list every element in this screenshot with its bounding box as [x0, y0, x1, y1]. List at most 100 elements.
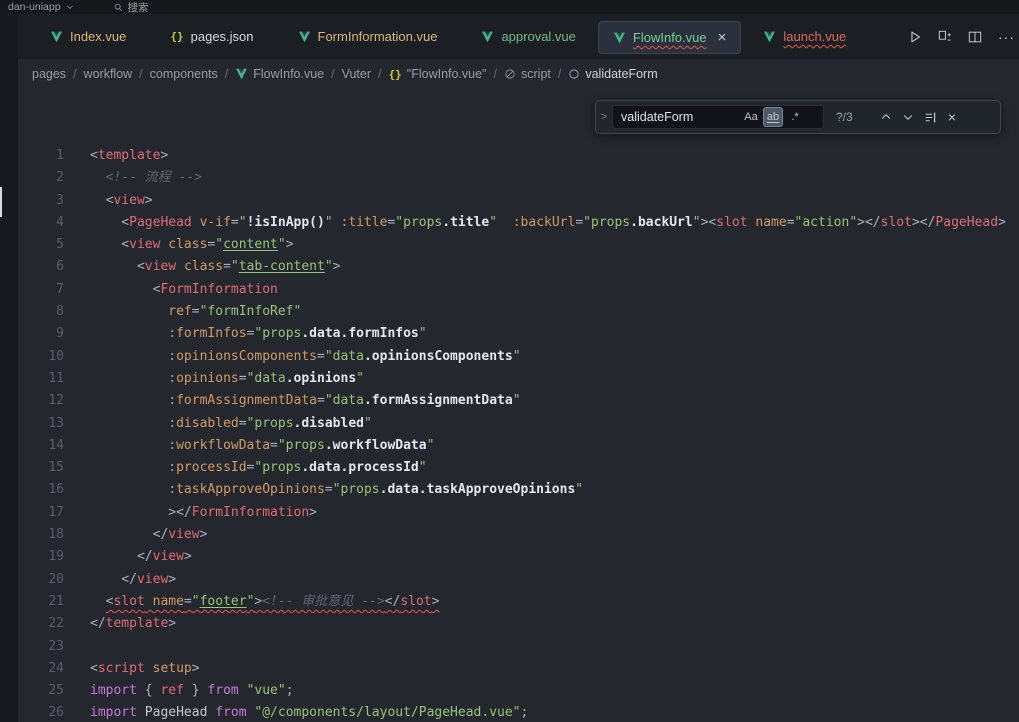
code-line: 1<template> — [18, 145, 1019, 167]
breadcrumb-separator: / — [494, 67, 497, 81]
line-content[interactable]: :taskApproveOpinions="props.data.taskApp… — [64, 479, 583, 501]
breadcrumb-item-FlowInfo.vue[interactable]: {}"FlowInfo.vue" — [389, 67, 487, 81]
vue-icon — [235, 68, 248, 80]
breadcrumb-item-script[interactable]: script — [504, 67, 551, 81]
tab-Index.vue[interactable]: Index.vue — [28, 14, 148, 59]
breadcrumb-label: pages — [32, 67, 66, 81]
line-content[interactable] — [64, 636, 90, 658]
code-line: 26import PageHead from "@/components/lay… — [18, 702, 1019, 722]
tab-approval.vue[interactable]: approval.vue — [459, 14, 597, 59]
line-content[interactable]: </template> — [64, 613, 176, 635]
braces-icon: {} — [389, 68, 402, 81]
find-widget: > Aa ab .* ?/3 × — [595, 100, 1001, 134]
activity-bar[interactable] — [0, 14, 18, 722]
line-content[interactable]: <template> — [64, 145, 168, 167]
tab-close-icon[interactable]: × — [718, 30, 727, 45]
breadcrumb-label: FlowInfo.vue — [253, 67, 324, 81]
line-number: 24 — [18, 658, 64, 680]
code-lines[interactable]: 1<template>2 <!-- 流程 -->3 <view>4 <PageH… — [18, 89, 1019, 722]
line-number: 9 — [18, 323, 64, 345]
line-number: 6 — [18, 256, 64, 278]
regex-button[interactable]: .* — [785, 107, 805, 127]
editor[interactable]: > Aa ab .* ?/3 × 1<template>2 <!-- 流程 --… — [18, 89, 1019, 722]
breadcrumb-label: workflow — [84, 67, 133, 81]
breadcrumb-item-validateForm[interactable]: validateForm — [568, 67, 657, 81]
line-content[interactable]: <FormInformation — [64, 279, 278, 301]
line-content[interactable]: :workflowData="props.workflowData" — [64, 435, 434, 457]
open-changes-icon[interactable] — [938, 30, 952, 44]
code-line: 2 <!-- 流程 --> — [18, 167, 1019, 189]
code-line: 5 <view class="content"> — [18, 234, 1019, 256]
code-line: 20 </view> — [18, 569, 1019, 591]
line-content[interactable]: </view> — [64, 569, 176, 591]
line-number: 23 — [18, 636, 64, 658]
line-content[interactable]: <view> — [64, 190, 153, 212]
code-line: 18 </view> — [18, 524, 1019, 546]
line-content[interactable]: ref="formInfoRef" — [64, 301, 301, 323]
code-line: 17 ></FormInformation> — [18, 502, 1019, 524]
line-content[interactable]: :processId="props.data.processId" — [64, 457, 427, 479]
tab-pages.json[interactable]: {} pages.json — [148, 14, 275, 59]
line-content[interactable]: <view class="content"> — [64, 234, 294, 256]
line-content[interactable]: <PageHead v-if="!isInApp()" :title="prop… — [64, 212, 1006, 234]
find-in-selection-icon[interactable] — [920, 107, 940, 127]
line-content[interactable]: :disabled="props.disabled" — [64, 413, 372, 435]
split-editor-icon[interactable] — [968, 30, 982, 44]
line-content[interactable]: </view> — [64, 524, 207, 546]
breadcrumb-item-pages[interactable]: pages — [32, 67, 66, 81]
json-icon: {} — [170, 30, 183, 43]
vue-icon — [50, 31, 63, 43]
line-number: 17 — [18, 502, 64, 524]
line-number: 3 — [18, 190, 64, 212]
line-content[interactable]: :formAssignmentData="data.formAssignment… — [64, 390, 521, 412]
line-content[interactable]: import PageHead from "@/components/layou… — [64, 702, 528, 722]
breadcrumb-item-components[interactable]: components — [150, 67, 218, 81]
vue-icon — [763, 31, 776, 43]
more-actions-icon[interactable]: ··· — [998, 29, 1015, 45]
line-content[interactable]: :opinionsComponents="data.opinionsCompon… — [64, 346, 521, 368]
tab-bar: Index.vue {} pages.json FormInformation.vue… — [0, 14, 1019, 59]
find-close-icon[interactable]: × — [942, 107, 962, 127]
line-content[interactable]: <script setup> — [64, 658, 200, 680]
code-line: 16 :taskApproveOpinions="props.data.task… — [18, 479, 1019, 501]
breadcrumb-item-Vuter[interactable]: Vuter — [342, 67, 371, 81]
tab-FormInformation.vue[interactable]: FormInformation.vue — [276, 14, 460, 59]
line-content[interactable]: ></FormInformation> — [64, 502, 317, 524]
breadcrumb-label: components — [150, 67, 218, 81]
tab-FlowInfo.vue[interactable]: FlowInfo.vue × — [598, 21, 741, 54]
line-number: 4 — [18, 212, 64, 234]
tab-label: FlowInfo.vue — [633, 30, 707, 45]
breadcrumb-label: Vuter — [342, 67, 371, 81]
code-line: 15 :processId="props.data.processId" — [18, 457, 1019, 479]
find-next-button[interactable] — [898, 107, 918, 127]
run-icon[interactable] — [908, 30, 922, 44]
match-case-button[interactable]: Aa — [741, 107, 761, 127]
line-number: 16 — [18, 479, 64, 501]
line-content[interactable]: <slot name="footer"><!-- 审批意见 --></slot> — [64, 591, 439, 613]
code-line: 24<script setup> — [18, 658, 1019, 680]
find-input[interactable] — [621, 110, 739, 124]
breadcrumb-separator: / — [378, 67, 381, 81]
breadcrumb-item-FlowInfo.vue[interactable]: FlowInfo.vue — [235, 67, 324, 81]
line-content[interactable]: :opinions="data.opinions" — [64, 368, 364, 390]
line-content[interactable]: :formInfos="props.data.formInfos" — [64, 323, 427, 345]
line-number: 19 — [18, 546, 64, 568]
code-line: 23 — [18, 636, 1019, 658]
tab-launch.vue[interactable]: launch.vue — [741, 14, 868, 59]
whole-word-button[interactable]: ab — [763, 107, 783, 127]
line-content[interactable]: <!-- 流程 --> — [64, 167, 202, 189]
line-content[interactable]: <view class="tab-content"> — [64, 256, 340, 278]
vue-icon — [481, 31, 494, 43]
line-content[interactable]: import { ref } from "vue"; — [64, 680, 294, 702]
title-bar: dan-uniapp 搜索 — [0, 0, 1019, 14]
tab-label: pages.json — [191, 29, 254, 44]
find-expand-toggle[interactable]: > — [596, 101, 612, 133]
project-menu[interactable]: dan-uniapp — [8, 1, 74, 13]
breadcrumb-separator: / — [139, 67, 142, 81]
find-prev-button[interactable] — [876, 107, 896, 127]
breadcrumb-item-workflow[interactable]: workflow — [84, 67, 133, 81]
line-content[interactable]: </view> — [64, 546, 192, 568]
code-line: 19 </view> — [18, 546, 1019, 568]
command-center-search[interactable]: 搜索 — [114, 0, 149, 14]
line-number: 7 — [18, 279, 64, 301]
